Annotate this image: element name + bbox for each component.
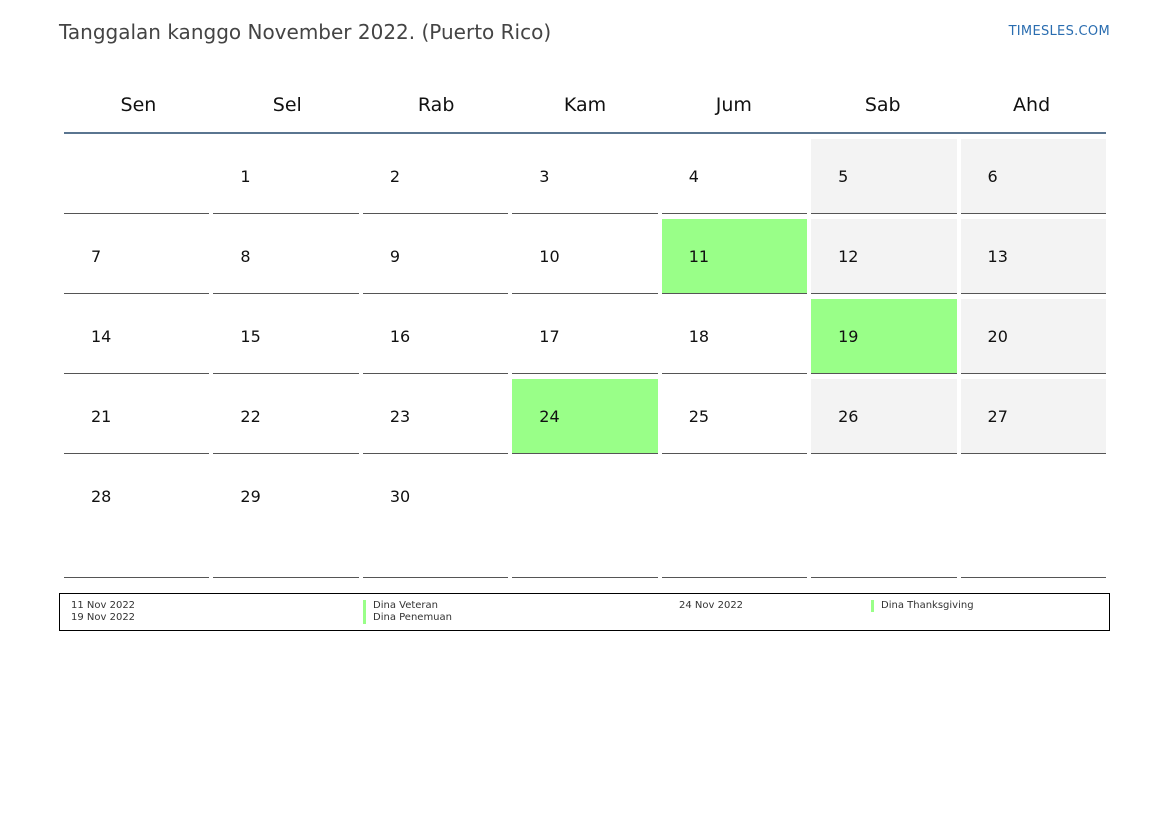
holiday-date: 11 Nov 2022 — [71, 600, 136, 611]
day-number: 25 — [688, 407, 710, 426]
day-cell-weekend[interactable]: 12 — [811, 219, 957, 294]
day-number: 28 — [91, 487, 112, 506]
day-number: 2 — [389, 167, 401, 186]
day-number: 17 — [539, 327, 560, 346]
day-number: 5 — [838, 167, 849, 186]
day-number: 13 — [987, 247, 1008, 266]
day-cell[interactable]: 25 — [661, 379, 808, 454]
weekday-sat: Sab — [864, 94, 901, 116]
week-row: 28 29 30 — [64, 459, 1106, 578]
weekday-wed: Rab — [417, 94, 455, 116]
day-number: 1 — [240, 167, 251, 186]
day-cell-weekend[interactable]: 13 — [960, 219, 1106, 294]
day-cell-empty — [811, 459, 957, 578]
holiday-name: Dina Thanksgiving — [871, 600, 974, 612]
day-cell[interactable]: 21 — [64, 379, 210, 454]
day-number: 29 — [240, 487, 261, 506]
day-number: 23 — [389, 407, 411, 426]
day-cell[interactable]: 2 — [362, 139, 509, 214]
calendar-grid: Sen Sel Rab Kam Jum Sab Ahd 1 2 3 4 5 6 … — [64, 78, 1106, 578]
day-number: 3 — [539, 167, 550, 186]
holiday-legend: 11 Nov 2022 19 Nov 2022 Dina Veteran Din… — [59, 593, 1110, 631]
day-number: 10 — [539, 247, 560, 266]
day-cell[interactable]: 17 — [512, 299, 658, 374]
holiday-name: Dina Veteran — [363, 600, 438, 612]
weekday-fri: Jum — [715, 94, 752, 116]
page-title: Tanggalan kanggo November 2022. (Puerto … — [59, 20, 552, 44]
weekday-sun: Ahd — [1013, 94, 1051, 116]
day-cell[interactable]: 29 — [213, 459, 359, 578]
week-row: 1 2 3 4 5 6 — [64, 139, 1106, 214]
day-cell-weekend[interactable]: 5 — [811, 139, 957, 214]
day-cell[interactable]: 28 — [64, 459, 210, 578]
day-cell[interactable]: 3 — [512, 139, 658, 214]
day-number: 22 — [240, 407, 261, 426]
day-cell[interactable]: 7 — [64, 219, 210, 294]
weekday-thu: Kam — [563, 94, 607, 116]
day-cell[interactable]: 22 — [213, 379, 359, 454]
day-cell-weekend[interactable]: 20 — [960, 299, 1106, 374]
day-cell-empty — [661, 459, 808, 578]
weekday-tue: Sel — [272, 94, 302, 116]
day-number: 27 — [987, 407, 1008, 426]
week-row: 21 22 23 24 25 26 27 — [64, 379, 1106, 454]
day-cell[interactable]: 8 — [213, 219, 359, 294]
weekday-header: Sen Sel Rab Kam Jum Sab Ahd — [64, 78, 1106, 134]
day-number: 19 — [838, 327, 859, 346]
day-cell[interactable]: 16 — [362, 299, 509, 374]
day-cell-holiday[interactable]: 24 — [512, 379, 658, 454]
day-cell-holiday[interactable]: 11 — [661, 219, 808, 294]
day-number: 6 — [987, 167, 998, 186]
day-number: 7 — [91, 247, 102, 266]
day-cell-empty — [512, 459, 658, 578]
day-cell[interactable]: 10 — [512, 219, 658, 294]
day-number: 9 — [389, 247, 401, 266]
day-cell-holiday[interactable]: 19 — [811, 299, 957, 374]
site-link[interactable]: TIMESLES.COM — [1009, 24, 1110, 39]
day-cell-weekend[interactable]: 26 — [811, 379, 957, 454]
day-cell[interactable]: 1 — [213, 139, 359, 214]
day-cell[interactable]: 23 — [362, 379, 509, 454]
day-cell[interactable]: 9 — [362, 219, 509, 294]
day-cell[interactable]: 4 — [661, 139, 808, 214]
day-number: 16 — [389, 327, 411, 346]
day-cell[interactable]: 18 — [661, 299, 808, 374]
day-cell-empty — [64, 139, 210, 214]
weekday-mon: Sen — [120, 94, 157, 116]
day-cell[interactable]: 15 — [213, 299, 359, 374]
holiday-date: 24 Nov 2022 — [679, 600, 744, 611]
day-cell-weekend[interactable]: 6 — [960, 139, 1106, 214]
day-number: 15 — [240, 327, 261, 346]
day-cell-weekend[interactable]: 27 — [960, 379, 1106, 454]
week-row: 7 8 9 10 11 12 13 — [64, 219, 1106, 294]
day-cell-empty — [960, 459, 1106, 578]
day-number: 21 — [91, 407, 112, 426]
day-number: 11 — [688, 247, 710, 266]
week-row: 14 15 16 17 18 19 20 — [64, 299, 1106, 374]
day-number: 14 — [91, 327, 112, 346]
day-number: 24 — [539, 407, 560, 426]
day-number: 18 — [688, 327, 710, 346]
day-number: 30 — [389, 487, 411, 506]
day-number: 12 — [838, 247, 859, 266]
day-number: 20 — [987, 327, 1008, 346]
holiday-date: 19 Nov 2022 — [71, 612, 136, 623]
holiday-name: Dina Penemuan — [363, 612, 452, 624]
day-number: 26 — [838, 407, 859, 426]
day-cell[interactable]: 14 — [64, 299, 210, 374]
day-number: 4 — [688, 167, 699, 186]
day-number: 8 — [240, 247, 251, 266]
day-cell[interactable]: 30 — [362, 459, 509, 578]
